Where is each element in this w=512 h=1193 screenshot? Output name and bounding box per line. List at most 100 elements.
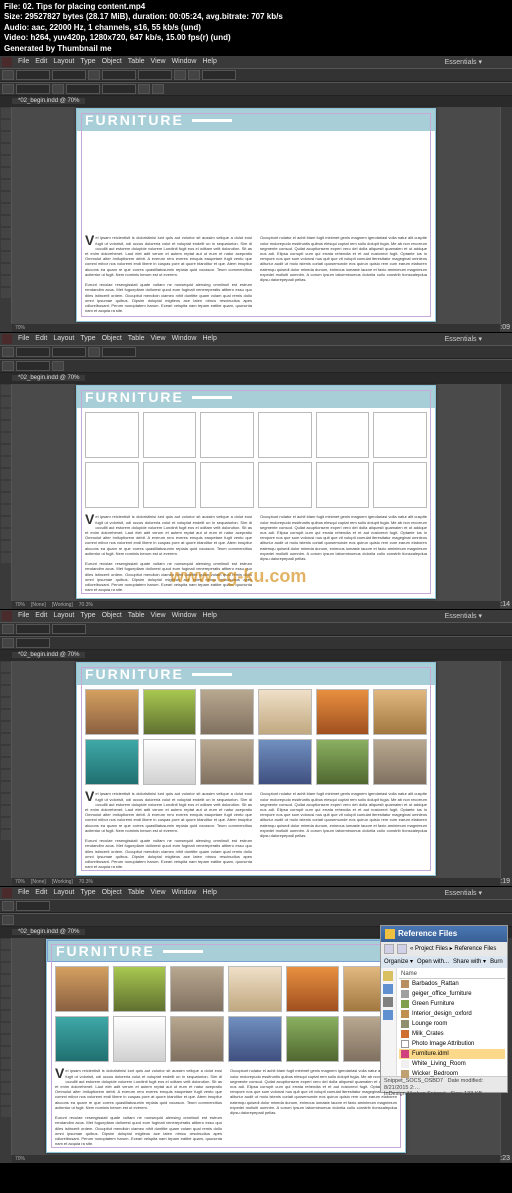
tool-field[interactable] <box>102 70 136 80</box>
tool-icon[interactable] <box>1 818 11 828</box>
menu-type[interactable]: Type <box>80 335 95 342</box>
libraries-icon[interactable] <box>383 984 393 994</box>
canvas[interactable]: FURNITURE Vel ipsam reicientisit is dolo… <box>12 384 500 601</box>
tool-icon[interactable] <box>1 794 11 804</box>
tool-icon[interactable] <box>1 445 11 455</box>
right-panels[interactable] <box>500 384 512 601</box>
gap-tool[interactable] <box>1 144 11 154</box>
burn-button[interactable]: Burn <box>490 959 503 965</box>
zoom-readout[interactable]: 70% <box>15 879 25 885</box>
menu-view[interactable]: View <box>151 889 166 896</box>
type-tool[interactable] <box>1 156 11 166</box>
empty-frame[interactable] <box>85 462 139 508</box>
forward-button[interactable] <box>397 944 407 954</box>
menu-type[interactable]: Type <box>80 612 95 619</box>
favorites-icon[interactable] <box>383 971 393 981</box>
menu-layout[interactable]: Layout <box>53 335 74 342</box>
furniture-image[interactable] <box>85 689 139 735</box>
empty-frame[interactable] <box>258 462 312 508</box>
tool-icon[interactable] <box>1 481 11 491</box>
tool-icon[interactable] <box>1 529 11 539</box>
tool-button[interactable] <box>88 70 100 80</box>
tool-icon[interactable] <box>1 939 11 949</box>
tool-field[interactable] <box>102 347 136 357</box>
furniture-image[interactable] <box>228 1016 282 1062</box>
doc-tab[interactable]: *02_begin.indd @ 70% <box>12 652 85 658</box>
tool-icon[interactable] <box>1 1035 11 1045</box>
furniture-image[interactable] <box>170 1016 224 1062</box>
zoom-tool[interactable] <box>1 288 11 298</box>
empty-frame[interactable] <box>200 462 254 508</box>
tool-icon[interactable] <box>1 493 11 503</box>
menu-layout[interactable]: Layout <box>53 58 74 65</box>
canvas[interactable]: FURNITURE Vel ipsam reicientisit is dolo… <box>12 661 500 878</box>
organize-menu[interactable]: Organize ▾ <box>384 958 413 965</box>
furniture-image[interactable] <box>316 689 370 735</box>
tool-icon[interactable] <box>1 433 11 443</box>
tool-field[interactable] <box>16 638 50 648</box>
tool-icon[interactable] <box>1 698 11 708</box>
back-button[interactable] <box>384 944 394 954</box>
empty-frame[interactable] <box>143 462 197 508</box>
tool-icon[interactable] <box>1 1047 11 1057</box>
furniture-image[interactable] <box>55 1016 109 1062</box>
pencil-tool[interactable] <box>1 192 11 202</box>
workspace-selector[interactable]: Essentials ▾ <box>445 889 482 897</box>
tool-field[interactable] <box>16 901 50 911</box>
tool-field[interactable] <box>202 70 236 80</box>
column-name[interactable]: Name <box>401 971 417 977</box>
tool-icon[interactable] <box>1 987 11 997</box>
menu-edit[interactable]: Edit <box>35 889 47 896</box>
tool-icon[interactable] <box>1 1107 11 1117</box>
empty-frame[interactable] <box>316 462 370 508</box>
menu-layout[interactable]: Layout <box>53 612 74 619</box>
tool-icon[interactable] <box>1 1023 11 1033</box>
zoom-readout[interactable]: 70% <box>15 1156 25 1162</box>
empty-frame[interactable] <box>143 412 197 458</box>
menu-file[interactable]: File <box>18 58 29 65</box>
breadcrumb[interactable]: « Project Files ▸ Reference Files <box>410 945 496 952</box>
menu-view[interactable]: View <box>151 58 166 65</box>
tool-button[interactable] <box>52 361 64 371</box>
canvas[interactable]: FURNITURE Vel ipsam reicientisit is dolo… <box>12 107 500 324</box>
tool-button[interactable] <box>2 70 14 80</box>
scissors-tool[interactable] <box>1 228 11 238</box>
tool-icon[interactable] <box>1 806 11 816</box>
doc-tab[interactable]: *02_begin.indd @ 70% <box>12 929 85 935</box>
file-item[interactable]: Lounge room <box>399 1019 505 1029</box>
tool-field[interactable] <box>16 361 50 371</box>
menu-object[interactable]: Object <box>102 58 122 65</box>
menu-window[interactable]: Window <box>172 335 197 342</box>
furniture-image[interactable] <box>316 739 370 785</box>
app-logo[interactable] <box>2 334 12 344</box>
share-with-menu[interactable]: Share with ▾ <box>453 958 486 965</box>
furniture-image[interactable] <box>228 966 282 1012</box>
tool-icon[interactable] <box>1 541 11 551</box>
tool-icon[interactable] <box>1 746 11 756</box>
tool-field[interactable] <box>52 70 86 80</box>
workspace-selector[interactable]: Essentials ▾ <box>445 335 482 343</box>
furniture-image[interactable] <box>373 739 427 785</box>
empty-frame[interactable] <box>373 412 427 458</box>
tool-icon[interactable] <box>1 1059 11 1069</box>
file-explorer-window[interactable]: Reference Files « Project Files ▸ Refere… <box>380 925 508 1093</box>
explorer-titlebar[interactable]: Reference Files <box>381 926 507 942</box>
tool-icon[interactable] <box>1 421 11 431</box>
tool-icon[interactable] <box>1 734 11 744</box>
tool-field[interactable] <box>16 347 50 357</box>
menu-object[interactable]: Object <box>102 612 122 619</box>
workspace-selector[interactable]: Essentials ▾ <box>445 58 482 66</box>
file-item[interactable]: Photo Image Attribution <box>399 1039 505 1049</box>
tool-icon[interactable] <box>1 770 11 780</box>
furniture-image[interactable] <box>113 966 167 1012</box>
tool-field[interactable] <box>16 84 50 94</box>
furniture-image[interactable] <box>143 739 197 785</box>
workspace-selector[interactable]: Essentials ▾ <box>445 612 482 620</box>
page-tool[interactable] <box>1 132 11 142</box>
tool-icon[interactable] <box>1 457 11 467</box>
furniture-image[interactable] <box>85 739 139 785</box>
file-item[interactable]: White_Living_Room <box>399 1059 505 1069</box>
furniture-image[interactable] <box>55 966 109 1012</box>
doc-tab[interactable]: *02_begin.indd @ 70% <box>12 98 85 104</box>
menu-object[interactable]: Object <box>102 889 122 896</box>
